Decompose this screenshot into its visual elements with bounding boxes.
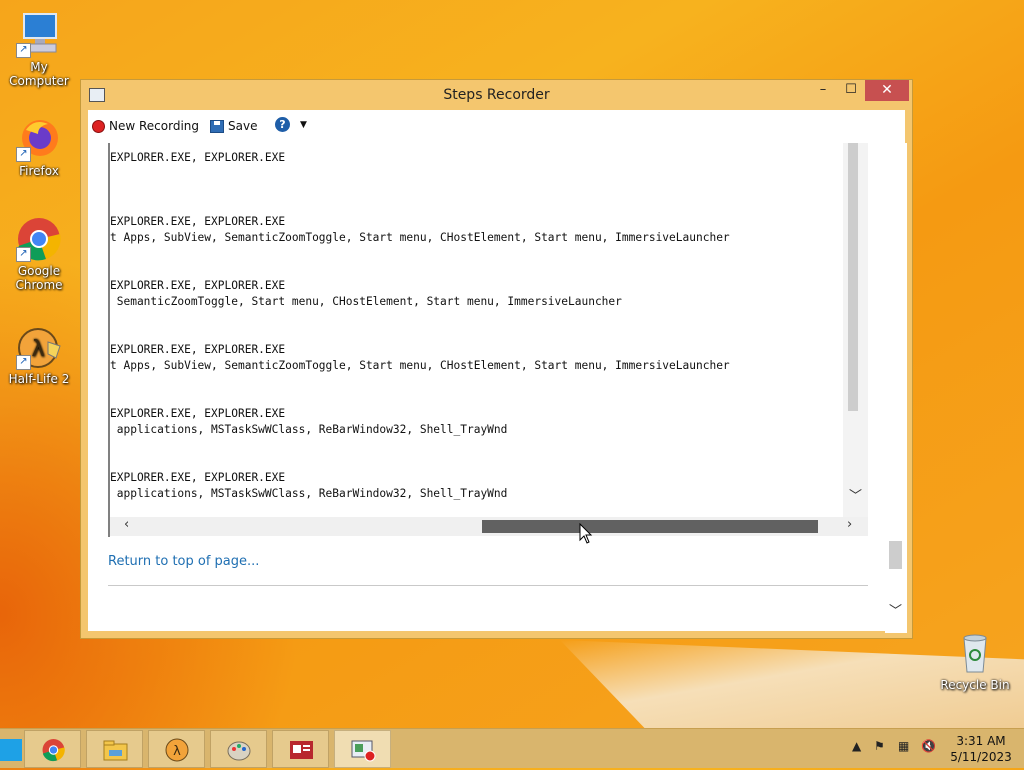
start-button[interactable] [0,739,22,761]
taskbar-paint[interactable] [210,730,267,768]
clock-date: 5/11/2023 [950,750,1012,764]
help-button[interactable]: ? ▼ [275,117,307,132]
computer-icon: ↗ [16,12,62,58]
record-icon [92,119,105,133]
half-life-2-icon: λ [165,738,189,762]
network-icon[interactable]: ▦ [898,739,909,753]
help-icon: ? [275,117,290,132]
page-scroll-down-icon[interactable]: ﹀ [889,600,902,619]
detail-line: EXPLORER.EXE, EXPLORER.EXE [110,279,286,292]
recorded-steps-details: EXPLORER.EXE, EXPLORER.EXE EXPLORER.EXE,… [108,143,868,537]
window-title: Steps Recorder [443,87,550,103]
horizontal-scrollbar[interactable]: ‹ › [110,517,868,536]
desktop-icon-label: Half-Life 2 [8,372,70,386]
volume-muted-icon[interactable]: 🔇 [921,739,936,753]
taskbar-news[interactable] [272,730,329,768]
shortcut-arrow-icon: ↗ [16,147,31,162]
shortcut-arrow-icon: ↗ [16,43,31,58]
detail-line: EXPLORER.EXE, EXPLORER.EXE [110,151,286,164]
show-hidden-icons-button[interactable]: ▲ [852,739,861,753]
save-label: Save [228,119,258,133]
chrome-icon [42,739,65,762]
desktop-icon-label: Google Chrome [15,264,63,292]
detail-line: t Apps, SubView, SemanticZoomToggle, Sta… [110,231,730,244]
svg-text:λ: λ [173,744,181,759]
inner-vertical-scrollbar[interactable] [843,143,868,533]
minimize-button[interactable]: – [809,80,837,101]
detail-line: EXPLORER.EXE, EXPLORER.EXE [110,215,286,228]
desktop-icon-firefox[interactable]: ↗ Firefox [1,116,77,178]
clock-time: 3:31 AM [956,734,1006,748]
firefox-icon: ↗ [16,116,62,162]
detail-line: applications, MSTaskSwWClass, ReBarWindo… [110,487,508,500]
taskbar-steps-recorder[interactable] [334,730,391,768]
return-to-top-link[interactable]: Return to top of page... [108,554,259,569]
detail-line: t Apps, SubView, SemanticZoomToggle, Sta… [110,359,730,372]
desktop-icon-label: Firefox [19,164,59,178]
svg-text:λ: λ [31,337,44,362]
shortcut-arrow-icon: ↗ [16,247,31,262]
save-icon [210,119,224,133]
detail-line: SemanticZoomToggle, Start menu, CHostEle… [110,295,622,308]
recycle-bin-icon [952,630,998,676]
maximize-button[interactable]: ☐ [837,80,865,101]
news-icon [290,741,313,759]
new-recording-label: New Recording [109,119,200,133]
title-bar[interactable]: Steps Recorder – ☐ ✕ [81,80,912,110]
scroll-left-icon[interactable]: ‹ [124,517,129,532]
scroll-down-icon[interactable]: ﹀ [849,485,862,504]
mouse-cursor-icon [579,523,593,544]
scrollbar-thumb[interactable] [889,541,902,569]
action-center-flag-icon[interactable]: ⚑ [874,739,885,753]
detail-line: applications, MSTaskSwWClass, ReBarWindo… [110,423,508,436]
page-vertical-scrollbar[interactable] [885,143,907,633]
steps-recorder-window: Steps Recorder – ☐ ✕ New Recording Save … [80,79,913,639]
desktop-icon-recycle-bin[interactable]: Recycle Bin [937,630,1013,692]
save-button[interactable]: Save [210,119,257,133]
new-recording-button[interactable]: New Recording [92,119,199,133]
scroll-right-icon[interactable]: › [847,517,852,532]
scrollbar-thumb[interactable] [482,520,818,533]
chrome-icon: ↗ [16,216,62,262]
taskbar-half-life-2[interactable]: λ [148,730,205,768]
toolbar: New Recording Save ? ▼ [88,110,905,142]
half-life-2-icon: λ ↗ [16,324,62,370]
desktop-icon-label: My Computer [9,60,69,88]
file-explorer-icon [103,740,128,761]
shortcut-arrow-icon: ↗ [16,355,31,370]
desktop-icon-label: Recycle Bin [940,678,1010,692]
detail-line: EXPLORER.EXE, EXPLORER.EXE [110,471,286,484]
desktop-icon-half-life-2[interactable]: λ ↗ Half-Life 2 [1,324,77,386]
divider [108,585,868,586]
taskbar: λ ▲ ⚑ ▦ 🔇 3:31 AM 5/11/2023 [0,728,1024,768]
window-client-area: New Recording Save ? ▼ EXPLORER.EXE, EXP… [88,110,907,633]
desktop-icon-google-chrome[interactable]: ↗ Google Chrome [1,216,77,292]
scrollbar-thumb[interactable] [848,143,858,411]
detail-line: EXPLORER.EXE, EXPLORER.EXE [110,343,286,356]
taskbar-chrome[interactable] [24,730,81,768]
desktop-icon-my-computer[interactable]: ↗ My Computer [1,12,77,88]
chevron-down-icon[interactable]: ▼ [300,120,307,130]
taskbar-file-explorer[interactable] [86,730,143,768]
close-button[interactable]: ✕ [865,80,909,101]
system-clock[interactable]: 3:31 AM 5/11/2023 [946,733,1016,765]
detail-line: EXPLORER.EXE, EXPLORER.EXE [110,407,286,420]
paint-icon [227,741,251,761]
steps-recorder-icon [351,740,376,762]
